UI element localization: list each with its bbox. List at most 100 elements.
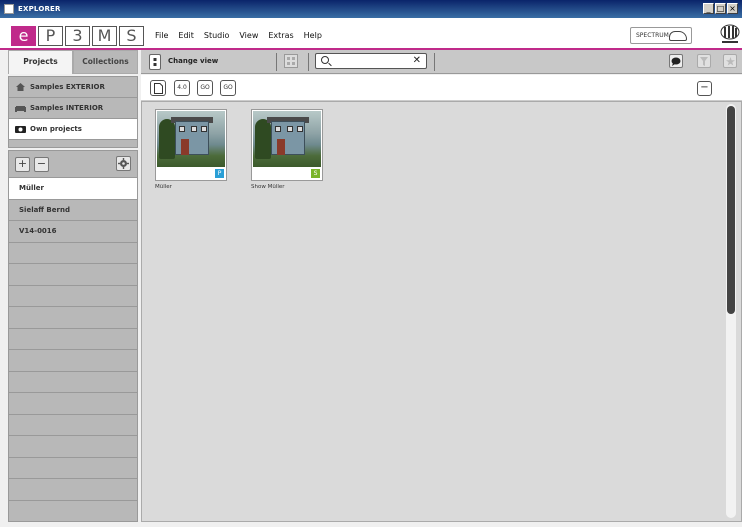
sample-item-own-projects[interactable]: Own projects bbox=[9, 119, 137, 140]
house-icon bbox=[16, 83, 25, 91]
minimize-button[interactable]: _ bbox=[703, 3, 714, 14]
project-thumbnail[interactable]: S bbox=[251, 109, 323, 181]
add-project-button[interactable]: + bbox=[15, 156, 30, 172]
change-view-label: Change view bbox=[168, 57, 219, 65]
spectrum-label: SPECTRUM bbox=[636, 32, 669, 39]
samples-list: Samples EXTERIOR Samples INTERIOR Own pr… bbox=[8, 76, 138, 148]
sample-item-label: Samples EXTERIOR bbox=[30, 83, 105, 91]
empty-row bbox=[9, 370, 137, 393]
view-icon bbox=[153, 58, 157, 66]
menu-studio[interactable]: Studio bbox=[204, 31, 229, 40]
logo-letter: M bbox=[92, 26, 117, 46]
go-import-button[interactable]: GO bbox=[197, 80, 213, 96]
menu-help[interactable]: Help bbox=[304, 31, 322, 40]
grid-icon bbox=[287, 57, 295, 65]
empty-row bbox=[9, 284, 137, 307]
new-project-button[interactable] bbox=[150, 80, 166, 96]
remove-project-button[interactable]: − bbox=[34, 156, 49, 172]
project-thumbnail[interactable]: P bbox=[155, 109, 227, 181]
project-badge: P bbox=[215, 169, 224, 178]
scrollbar-thumb[interactable] bbox=[727, 106, 735, 314]
empty-row bbox=[9, 392, 137, 414]
empty-row bbox=[9, 263, 137, 285]
collapse-button[interactable]: − bbox=[697, 81, 712, 96]
toolbar-divider bbox=[308, 53, 309, 71]
ep3ms-logo: e P 3 M S bbox=[11, 26, 144, 46]
toolbar-divider bbox=[276, 53, 277, 71]
project-row[interactable]: Müller bbox=[9, 177, 137, 199]
close-button[interactable]: × bbox=[727, 3, 738, 14]
window-shape bbox=[287, 126, 293, 132]
project-row[interactable]: Sielaff Bernd bbox=[9, 198, 137, 221]
grid-view-button[interactable] bbox=[284, 54, 298, 68]
settings-button[interactable] bbox=[116, 156, 131, 171]
logo-letter: S bbox=[119, 26, 144, 46]
project-toolbar: + − bbox=[9, 151, 137, 177]
tree-shape bbox=[159, 119, 175, 159]
thumbnail-label: Müller bbox=[155, 184, 172, 190]
logo-letter: e bbox=[11, 26, 36, 46]
window-shape bbox=[191, 126, 197, 132]
tab-projects[interactable]: Projects bbox=[8, 50, 73, 74]
thumbnail-label: Show Müller bbox=[251, 184, 285, 190]
search-input[interactable] bbox=[332, 55, 412, 67]
show-badge: S bbox=[311, 169, 320, 178]
caparol-logo-icon bbox=[720, 24, 740, 43]
tab-collections[interactable]: Collections bbox=[73, 50, 138, 74]
empty-row bbox=[9, 435, 137, 457]
window-title: EXPLORER bbox=[18, 5, 61, 13]
search-icon bbox=[321, 56, 329, 64]
menu-edit[interactable]: Edit bbox=[178, 31, 194, 40]
window-shape bbox=[275, 126, 281, 132]
sample-item-label: Own projects bbox=[30, 125, 82, 133]
speech-bubble-icon bbox=[671, 57, 681, 66]
star-icon bbox=[725, 57, 735, 66]
gear-icon bbox=[118, 158, 129, 169]
window-titlebar: EXPLORER _ □ × bbox=[0, 0, 742, 18]
app-icon bbox=[4, 4, 14, 14]
filter-icon bbox=[700, 57, 708, 66]
project-row[interactable]: V14-0016 bbox=[9, 220, 137, 242]
empty-row bbox=[9, 499, 137, 522]
thumbnail-area: P Müller S Show Müller bbox=[141, 101, 742, 522]
camera-icon bbox=[15, 126, 26, 133]
empty-row bbox=[9, 413, 137, 436]
sample-item-exterior[interactable]: Samples EXTERIOR bbox=[9, 77, 137, 98]
menu-file[interactable]: File bbox=[155, 31, 168, 40]
open-v40-button[interactable]: 4.0 bbox=[174, 80, 190, 96]
window-shape bbox=[297, 126, 303, 132]
door-shape bbox=[277, 139, 285, 155]
house-photo bbox=[253, 111, 321, 167]
logo-letter: 3 bbox=[65, 26, 90, 46]
comment-button[interactable] bbox=[669, 54, 683, 68]
search-box: ✕ bbox=[315, 53, 427, 69]
menu-extras[interactable]: Extras bbox=[268, 31, 293, 40]
change-view-button[interactable] bbox=[149, 54, 161, 70]
sample-item-label: Samples INTERIOR bbox=[30, 104, 104, 112]
new-document-icon bbox=[153, 83, 163, 94]
secondary-toolbar: 4.0 GO GO − bbox=[141, 75, 742, 101]
app-header: e P 3 M S File Edit Studio View Extras H… bbox=[0, 18, 742, 50]
favorite-button[interactable] bbox=[723, 54, 737, 68]
vertical-scrollbar[interactable] bbox=[726, 104, 736, 518]
window-shape bbox=[179, 126, 185, 132]
logo-letter: P bbox=[38, 26, 63, 46]
sample-item-interior[interactable]: Samples INTERIOR bbox=[9, 98, 137, 119]
left-panel: Projects Collections Samples EXTERIOR Sa… bbox=[8, 50, 138, 522]
cloud-icon bbox=[669, 31, 687, 41]
spectrum-cloud-button[interactable]: SPECTRUM bbox=[630, 27, 692, 44]
empty-row bbox=[9, 306, 137, 328]
menu-bar: File Edit Studio View Extras Help bbox=[155, 31, 322, 40]
empty-row bbox=[9, 456, 137, 479]
filter-button[interactable] bbox=[697, 54, 711, 68]
toolbar-divider bbox=[434, 53, 435, 71]
window-shape bbox=[201, 126, 207, 132]
menu-view[interactable]: View bbox=[239, 31, 258, 40]
tree-shape bbox=[255, 119, 271, 159]
sofa-icon bbox=[15, 106, 26, 112]
maximize-button[interactable]: □ bbox=[715, 3, 726, 14]
clear-search-icon[interactable]: ✕ bbox=[413, 55, 421, 67]
house-photo bbox=[157, 111, 225, 167]
go-export-button[interactable]: GO bbox=[220, 80, 236, 96]
empty-row bbox=[9, 478, 137, 500]
